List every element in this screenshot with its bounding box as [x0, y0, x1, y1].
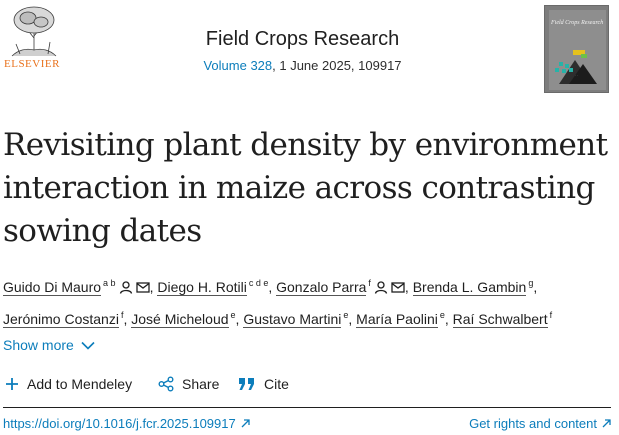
volume-link[interactable]: Volume 328	[203, 58, 272, 73]
author-affiliation-marks[interactable]: f	[550, 310, 553, 320]
journal-cover-image[interactable]: · · Field Crops Research	[544, 5, 609, 93]
article-title: Revisiting plant density by environment …	[3, 127, 608, 249]
doi-link[interactable]: https://doi.org/10.1016/j.fcr.2025.10991…	[3, 416, 250, 431]
cite-label: Cite	[264, 376, 289, 392]
cover-title: Field Crops Research	[551, 20, 604, 26]
mail-icon[interactable]	[391, 276, 405, 302]
plus-icon	[5, 377, 19, 391]
add-to-mendeley-label: Add to Mendeley	[27, 376, 133, 392]
author-separator: ,	[268, 279, 277, 295]
mail-icon[interactable]	[135, 276, 150, 302]
external-link-arrow-icon	[602, 419, 611, 428]
person-icon[interactable]	[374, 276, 388, 302]
author-item[interactable]: Guido Di Mauro a b	[3, 278, 150, 296]
share-label: Share	[182, 376, 220, 392]
doi-link-label: https://doi.org/10.1016/j.fcr.2025.10991…	[3, 416, 236, 431]
quote-icon	[238, 377, 256, 391]
svg-text:· ·: · ·	[575, 73, 578, 77]
author-separator: ,	[533, 279, 538, 295]
show-more-button[interactable]: Show more	[3, 337, 95, 353]
author-name[interactable]: Diego H. Rotili	[157, 279, 247, 296]
author-list: Guido Di Mauro a b, Diego H. Rotili c d e,…	[3, 270, 611, 332]
external-link-arrow-icon	[241, 419, 250, 428]
author-name[interactable]: Brenda L. Gambin	[412, 279, 527, 296]
author-name[interactable]: José Micheloud	[131, 311, 229, 328]
author-name[interactable]: Raí Schwalbert	[452, 311, 548, 328]
get-rights-link[interactable]: Get rights and content	[469, 416, 611, 431]
author-name[interactable]: Gustavo Martini	[243, 311, 342, 328]
show-more-label: Show more	[3, 337, 74, 353]
author-name[interactable]: María Paolini	[356, 311, 438, 328]
author-item[interactable]: Brenda L. Gambin g	[412, 278, 533, 296]
cite-button[interactable]: Cite	[238, 376, 289, 392]
author-item[interactable]: Jerónimo Costanzi f	[3, 310, 123, 328]
author-separator: ,	[404, 279, 413, 295]
journal-issue: Volume 328, 1 June 2025, 109917	[0, 58, 605, 73]
author-item[interactable]: José Micheloud e	[131, 310, 236, 328]
get-rights-label: Get rights and content	[469, 416, 597, 431]
author-separator: ,	[444, 311, 453, 327]
author-name[interactable]: Jerónimo Costanzi	[3, 311, 119, 328]
author-item[interactable]: Gonzalo Parra f	[276, 278, 405, 296]
person-icon[interactable]	[119, 276, 133, 302]
author-item[interactable]: Gustavo Martini e	[243, 310, 348, 328]
author-affiliation-marks[interactable]: a b	[103, 278, 116, 288]
author-item[interactable]: Diego H. Rotili c d e	[157, 278, 269, 296]
divider	[3, 407, 611, 408]
author-affiliation-marks[interactable]: c d e	[249, 278, 269, 288]
author-separator: ,	[348, 311, 357, 327]
author-name[interactable]: Guido Di Mauro	[3, 279, 102, 296]
add-to-mendeley-button[interactable]: Add to Mendeley	[5, 376, 132, 392]
share-icon	[158, 376, 174, 392]
journal-title[interactable]: Field Crops Research	[0, 28, 605, 51]
author-affiliation-marks[interactable]: f	[368, 278, 371, 288]
author-name[interactable]: Gonzalo Parra	[276, 279, 367, 296]
share-button[interactable]: Share	[158, 376, 219, 392]
author-item[interactable]: Raí Schwalbert f	[452, 310, 553, 328]
chevron-down-icon	[81, 341, 95, 350]
author-item[interactable]: María Paolini e	[356, 310, 445, 328]
issue-details: , 1 June 2025, 109917	[272, 58, 402, 73]
